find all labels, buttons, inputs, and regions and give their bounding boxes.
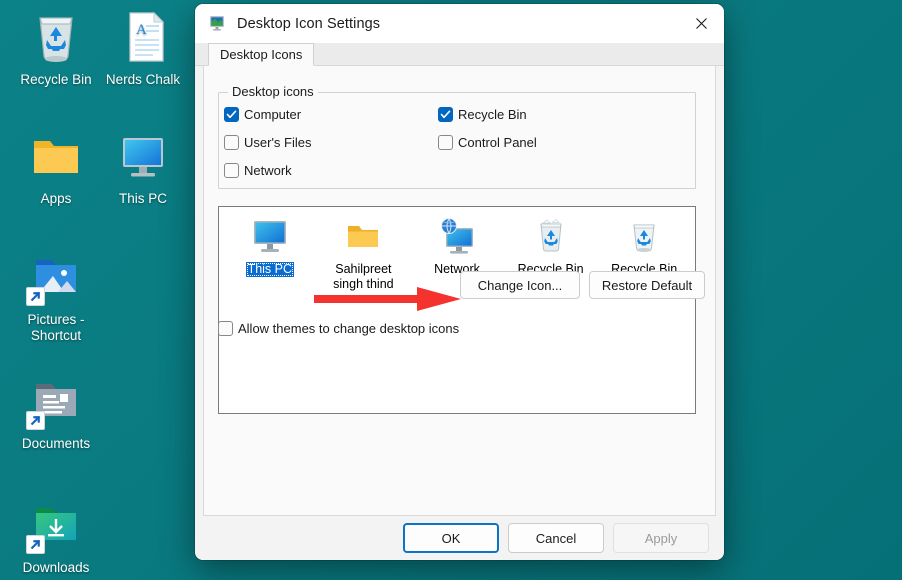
- ok-button[interactable]: OK: [403, 523, 499, 553]
- desktop-icon-label: Nerds Chalk: [105, 72, 181, 87]
- close-icon[interactable]: [678, 4, 724, 43]
- shortcut-arrow-icon: [26, 411, 45, 430]
- folder-icon: [26, 127, 86, 185]
- checkbox-control-panel[interactable]: Control Panel: [438, 135, 537, 150]
- desktop-icon-nerds-chalk[interactable]: A Nerds Chalk: [95, 8, 191, 88]
- checkbox-label: Network: [244, 163, 292, 178]
- desktop-icon-label: Pictures - Shortcut: [27, 312, 85, 343]
- checkbox-box: [224, 135, 239, 150]
- dialog-title: Desktop Icon Settings: [237, 15, 381, 32]
- change-icon-label: Change Icon...: [477, 277, 563, 293]
- desktop-icon-label: Apps: [40, 191, 72, 206]
- desktop-icon-documents[interactable]: Documents: [8, 372, 104, 452]
- recycle-bin-full-icon: [531, 217, 571, 257]
- shortcut-arrow-icon: [26, 535, 45, 554]
- text-document-icon: A: [113, 8, 173, 66]
- tabstrip: Desktop Icons: [195, 43, 724, 66]
- apply-label: Apply: [644, 530, 678, 546]
- restore-default-button[interactable]: Restore Default: [589, 271, 705, 299]
- checkbox-computer[interactable]: Computer: [224, 107, 301, 122]
- checkbox-label: Allow themes to change desktop icons: [238, 321, 460, 336]
- preview-item-label: Sahilpreet singh thind: [333, 262, 394, 291]
- desktop-icon-recycle-bin[interactable]: Recycle Bin: [8, 8, 104, 88]
- checkbox-recycle-bin[interactable]: Recycle Bin: [438, 107, 527, 122]
- desktop-settings-icon: [209, 15, 227, 32]
- groupbox-title: Desktop icons: [228, 84, 318, 99]
- pictures-folder-icon: [26, 248, 86, 306]
- recycle-bin-empty-icon: [624, 217, 664, 257]
- cancel-button[interactable]: Cancel: [508, 523, 604, 553]
- desktop-icon-downloads[interactable]: Downloads: [8, 496, 104, 576]
- tab-page-desktop-icons: Desktop icons Computer Recycle Bin User'…: [203, 66, 716, 516]
- desktop-icon-settings-dialog: Desktop Icon Settings Desktop Icons Desk…: [195, 4, 724, 560]
- dialog-footer: OK Cancel Apply: [195, 516, 724, 560]
- monitor-icon: [113, 127, 173, 185]
- desktop-icon-label: Documents: [21, 436, 91, 451]
- tab-label: Desktop Icons: [220, 47, 303, 62]
- recycle-bin-icon: [26, 8, 86, 66]
- preview-item-label: This PC: [245, 262, 295, 277]
- preview-item-network[interactable]: Network: [410, 215, 504, 277]
- restore-default-label: Restore Default: [601, 277, 693, 293]
- checkbox-box: [224, 107, 239, 122]
- preview-item-this-pc[interactable]: This PC: [223, 215, 317, 277]
- desktop-icon-pictures-shortcut[interactable]: Pictures - Shortcut: [8, 248, 104, 344]
- monitor-icon: [250, 217, 290, 257]
- desktop-icon-label: Recycle Bin: [20, 72, 92, 87]
- checkbox-box: [224, 163, 239, 178]
- checkbox-users-files[interactable]: User's Files: [224, 135, 312, 150]
- downloads-folder-icon: [26, 496, 86, 554]
- shortcut-arrow-icon: [26, 287, 45, 306]
- checkbox-box: [438, 107, 453, 122]
- checkbox-box: [218, 321, 233, 336]
- checkbox-label: Control Panel: [458, 135, 537, 150]
- ok-label: OK: [441, 530, 461, 546]
- desktop-icon-label: Downloads: [22, 560, 90, 575]
- checkbox-label: Computer: [244, 107, 302, 122]
- icon-preview-list[interactable]: This PC Sahilpreet singh thind Network R…: [218, 206, 696, 414]
- checkbox-label: User's Files: [244, 135, 312, 150]
- documents-folder-icon: [26, 372, 86, 430]
- checkbox-label: Recycle Bin: [458, 107, 527, 122]
- preview-item-user-folder[interactable]: Sahilpreet singh thind: [317, 215, 411, 292]
- desktop-icon-this-pc[interactable]: This PC: [95, 127, 191, 207]
- checkbox-box: [438, 135, 453, 150]
- cancel-label: Cancel: [535, 530, 577, 546]
- network-monitor-icon: [437, 217, 477, 257]
- desktop-icon-label: This PC: [118, 191, 167, 206]
- dialog-titlebar[interactable]: Desktop Icon Settings: [195, 4, 724, 43]
- desktop-icon-apps[interactable]: Apps: [8, 127, 104, 207]
- apply-button: Apply: [613, 523, 709, 553]
- folder-icon: [343, 217, 383, 257]
- checkbox-network[interactable]: Network: [224, 163, 292, 178]
- change-icon-button[interactable]: Change Icon...: [460, 271, 580, 299]
- checkbox-allow-themes[interactable]: Allow themes to change desktop icons: [218, 321, 459, 336]
- desktop-icons-groupbox: Desktop icons Computer Recycle Bin User'…: [218, 84, 696, 189]
- desktop: Recycle Bin A Nerds Chalk Apps This PC P…: [0, 0, 902, 580]
- tab-desktop-icons[interactable]: Desktop Icons: [208, 43, 315, 66]
- svg-text:A: A: [136, 22, 147, 38]
